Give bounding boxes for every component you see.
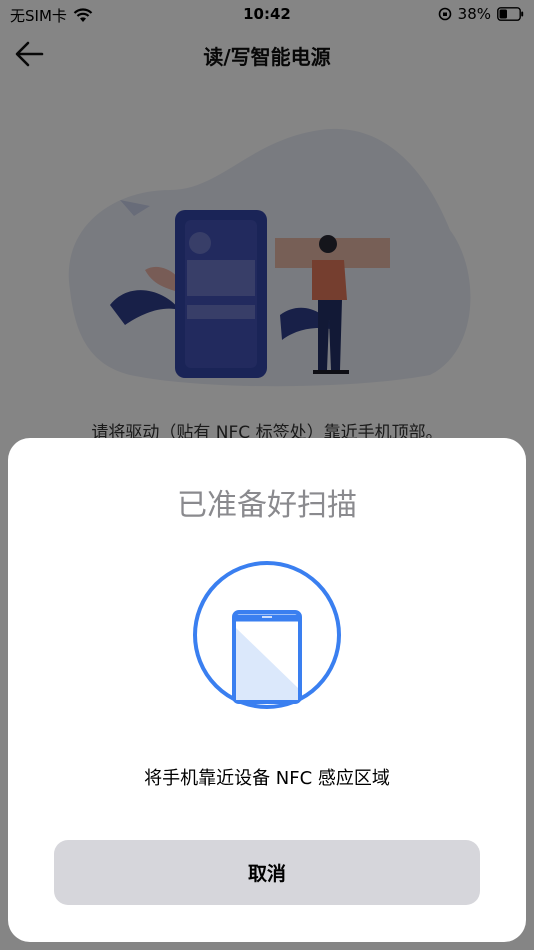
- phone-scan-icon: [193, 561, 341, 709]
- cancel-button[interactable]: 取消: [54, 840, 480, 905]
- sheet-message: 将手机靠近设备 NFC 感应区域: [144, 768, 390, 789]
- sheet-title: 已准备好扫描: [177, 488, 357, 523]
- nfc-scan-sheet: 已准备好扫描 将手机靠近设备 NFC 感应区域 取消: [8, 438, 526, 942]
